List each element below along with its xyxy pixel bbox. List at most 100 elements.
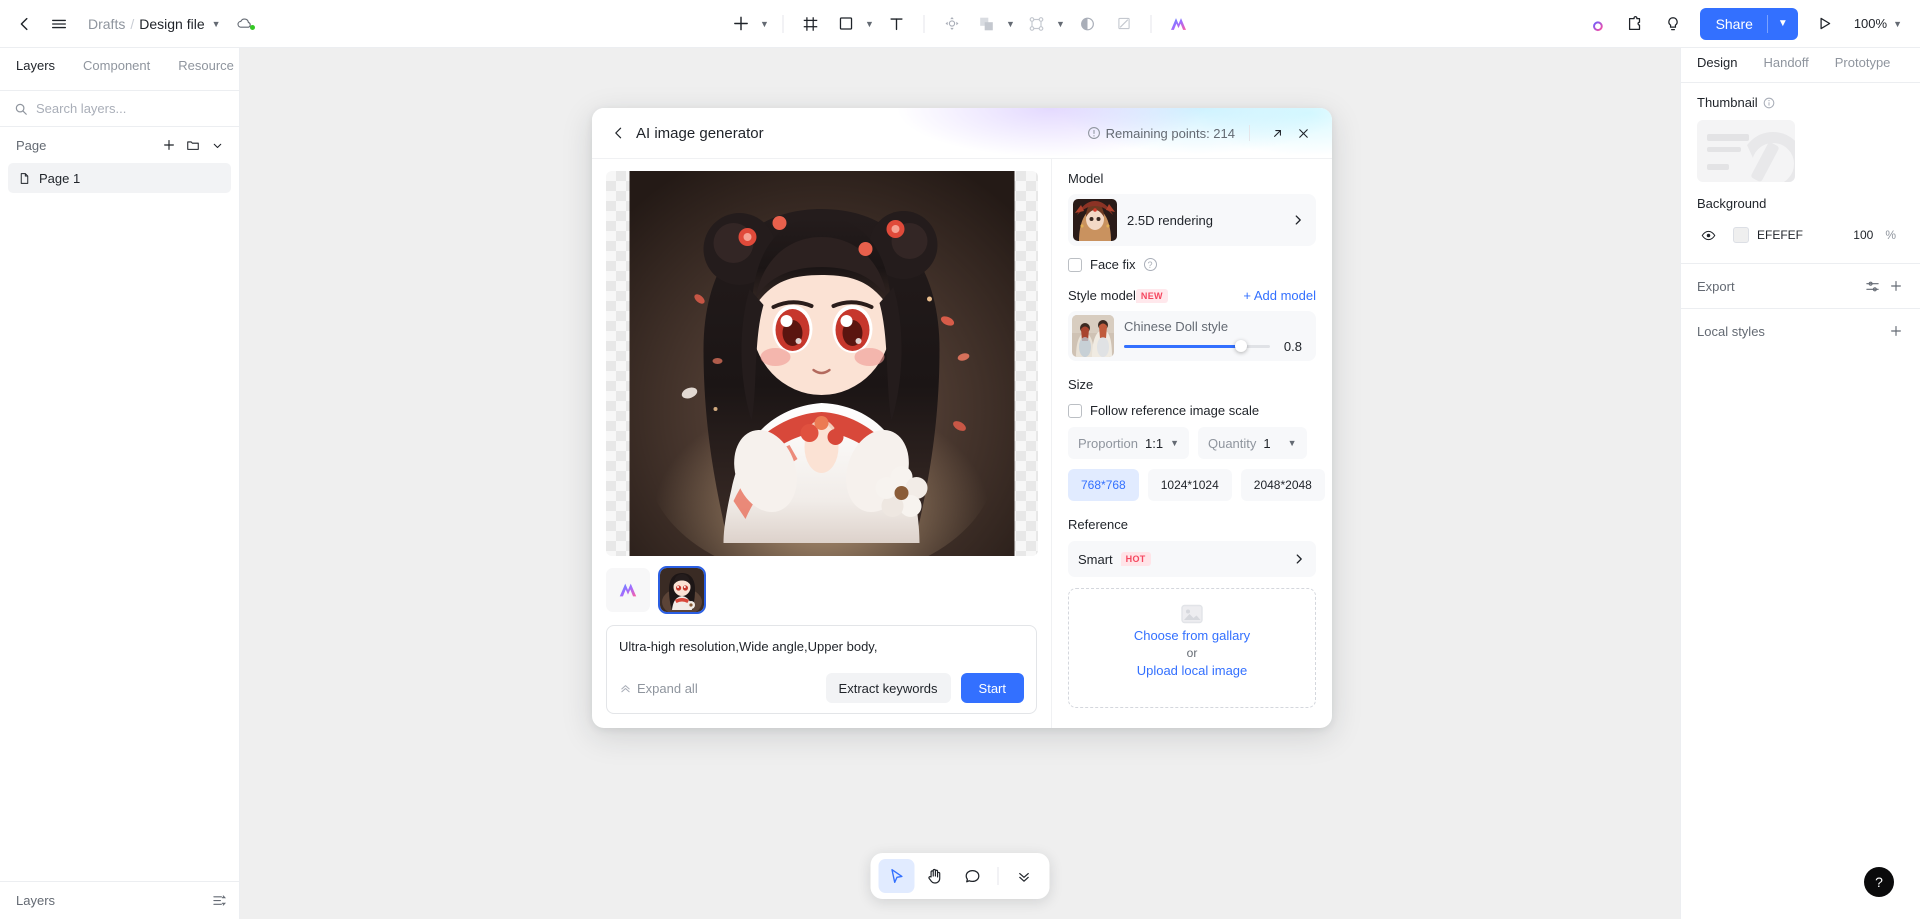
back-button[interactable]	[8, 7, 42, 41]
cloud-sync-icon[interactable]	[235, 14, 255, 33]
chevron-right-icon[interactable]	[1291, 213, 1305, 227]
eye-visible-icon[interactable]	[1697, 224, 1719, 246]
present-button[interactable]	[1808, 7, 1842, 41]
tool-text[interactable]	[880, 7, 914, 41]
reference-mode-label: Smart	[1078, 551, 1113, 567]
choose-from-gallery-link[interactable]: Choose from gallary	[1134, 628, 1250, 643]
main-menu-button[interactable]	[42, 7, 76, 41]
sidebar-item-page-1[interactable]: Page 1	[8, 163, 231, 193]
comment-bubble-icon[interactable]	[955, 859, 991, 893]
tool-frame[interactable]	[794, 7, 828, 41]
color-swatch[interactable]	[1733, 227, 1749, 243]
style-weight-slider[interactable]	[1124, 340, 1270, 352]
style-model-name: Chinese Doll style	[1124, 318, 1229, 334]
reference-upload-dropzone[interactable]: Choose from gallary or Upload local imag…	[1068, 588, 1316, 708]
chevron-down-icon[interactable]: ▼	[212, 19, 221, 29]
question-circle-icon[interactable]: ?	[1143, 258, 1157, 271]
face-fix-row[interactable]: Face fix ?	[1068, 257, 1316, 272]
plus-icon[interactable]	[725, 8, 757, 40]
chevron-down-icon[interactable]: ▼	[1893, 19, 1902, 29]
proportion-select[interactable]: Proportion 1:1 ▼	[1068, 427, 1189, 459]
rectangle-icon[interactable]	[830, 8, 862, 40]
left-sidebar: Layers Component Resource Page	[0, 48, 240, 919]
tool-move-nodes[interactable]	[935, 7, 969, 41]
zoom-level-control[interactable]: 100% ▼	[1846, 8, 1910, 40]
thumbnail-preview[interactable]	[1697, 120, 1795, 182]
chevron-down-icon[interactable]: ▼	[1170, 438, 1179, 448]
style-model-card[interactable]: Chinese Doll style 0.8	[1068, 311, 1316, 361]
collapse-pages-icon[interactable]	[205, 133, 229, 157]
follow-reference-scale-row[interactable]: Follow reference image scale	[1068, 403, 1316, 418]
prompt-input-box[interactable]: Ultra-high resolution,Wide angle,Upper b…	[606, 625, 1037, 714]
tool-boolean[interactable]: ▼	[971, 8, 1019, 40]
follow-reference-checkbox[interactable]	[1068, 403, 1082, 418]
start-button[interactable]: Start	[960, 673, 1024, 703]
size-option-2048[interactable]: 2048*2048	[1240, 469, 1325, 501]
modal-expand-button[interactable]	[1264, 120, 1290, 146]
breadcrumb-drafts[interactable]: Drafts	[88, 16, 125, 32]
tool-add[interactable]: ▼	[725, 8, 773, 40]
reference-mode-selector[interactable]: Smart HOT	[1068, 541, 1316, 577]
lightbulb-icon[interactable]	[1656, 7, 1690, 41]
chevron-down-icon[interactable]: ▼	[1288, 438, 1297, 448]
share-button[interactable]: Share ▼	[1699, 7, 1798, 40]
expand-all-button[interactable]: Expand all	[619, 681, 698, 696]
generated-image[interactable]	[629, 171, 1015, 556]
help-button[interactable]: ?	[1864, 867, 1894, 897]
tab-layers[interactable]: Layers	[16, 58, 55, 79]
tab-resource[interactable]: Resource	[178, 58, 234, 79]
tab-component[interactable]: Component	[83, 58, 150, 79]
modal-back-button[interactable]	[606, 120, 632, 146]
chevron-down-double-icon[interactable]	[1006, 859, 1042, 893]
prompt-text[interactable]: Ultra-high resolution,Wide angle,Upper b…	[619, 637, 1024, 673]
sort-list-icon[interactable]	[212, 893, 227, 908]
size-option-1024[interactable]: 1024*1024	[1147, 469, 1232, 501]
slider-handle[interactable]	[1234, 340, 1247, 352]
chevron-right-icon[interactable]	[1292, 552, 1306, 566]
plugin-puzzle-icon[interactable]	[1618, 7, 1652, 41]
background-hex-value[interactable]: EFEFEF	[1757, 228, 1845, 242]
size-option-768[interactable]: 768*768	[1068, 469, 1139, 501]
tool-ai-sparkle[interactable]	[1162, 7, 1196, 41]
tab-prototype[interactable]: Prototype	[1835, 55, 1891, 75]
boolean-union-icon[interactable]	[971, 8, 1003, 40]
add-local-style-icon[interactable]	[1884, 319, 1908, 343]
component-nodes-icon[interactable]	[1021, 8, 1053, 40]
add-export-icon[interactable]	[1884, 274, 1908, 298]
background-opacity-value[interactable]: 100	[1853, 228, 1873, 242]
model-selector[interactable]: 2.5D rendering	[1068, 194, 1316, 246]
face-fix-checkbox[interactable]	[1068, 257, 1082, 272]
thumbnail-generated-image[interactable]	[658, 566, 706, 614]
proportion-label: Proportion	[1078, 435, 1138, 451]
remaining-points[interactable]: Remaining points: 214	[1087, 126, 1235, 141]
chevron-down-icon[interactable]: ▼	[1053, 8, 1069, 40]
tool-slice[interactable]	[1107, 7, 1141, 41]
add-page-icon[interactable]	[157, 133, 181, 157]
info-circle-icon[interactable]	[1763, 97, 1775, 109]
chevron-down-icon[interactable]: ▼	[862, 8, 878, 40]
sliders-icon[interactable]	[1860, 274, 1884, 298]
top-toolbar: Drafts / Design file ▼ ▼ ▼ ▼ ▼ Share ▼ 1…	[0, 0, 1920, 48]
breadcrumb-file-name[interactable]: Design file	[139, 16, 204, 32]
quantity-select[interactable]: Quantity 1 ▼	[1197, 427, 1307, 459]
hand-icon[interactable]	[917, 859, 953, 893]
add-model-button[interactable]: + Add model	[1243, 288, 1316, 303]
tool-shape[interactable]: ▼	[830, 8, 878, 40]
tool-mask[interactable]	[1071, 7, 1105, 41]
thumbnail-ai-placeholder[interactable]	[606, 568, 650, 612]
tool-component[interactable]: ▼	[1021, 8, 1069, 40]
chevron-down-icon[interactable]: ▼	[757, 8, 773, 40]
extract-keywords-button[interactable]: Extract keywords	[825, 673, 951, 703]
tab-handoff[interactable]: Handoff	[1763, 55, 1808, 75]
tab-design[interactable]: Design	[1697, 55, 1737, 75]
modal-close-button[interactable]	[1290, 120, 1316, 146]
search-input[interactable]	[36, 101, 225, 116]
background-color-field[interactable]: EFEFEF 100 %	[1725, 221, 1904, 249]
image-preview-area[interactable]	[606, 171, 1038, 556]
upload-local-image-link[interactable]: Upload local image	[1137, 663, 1248, 678]
b-logo-icon[interactable]	[1580, 7, 1614, 41]
chevron-down-icon[interactable]: ▼	[1003, 8, 1019, 40]
chevron-down-icon[interactable]: ▼	[1768, 18, 1798, 29]
cursor-arrow-icon[interactable]	[878, 859, 915, 893]
new-folder-icon[interactable]	[181, 133, 205, 157]
